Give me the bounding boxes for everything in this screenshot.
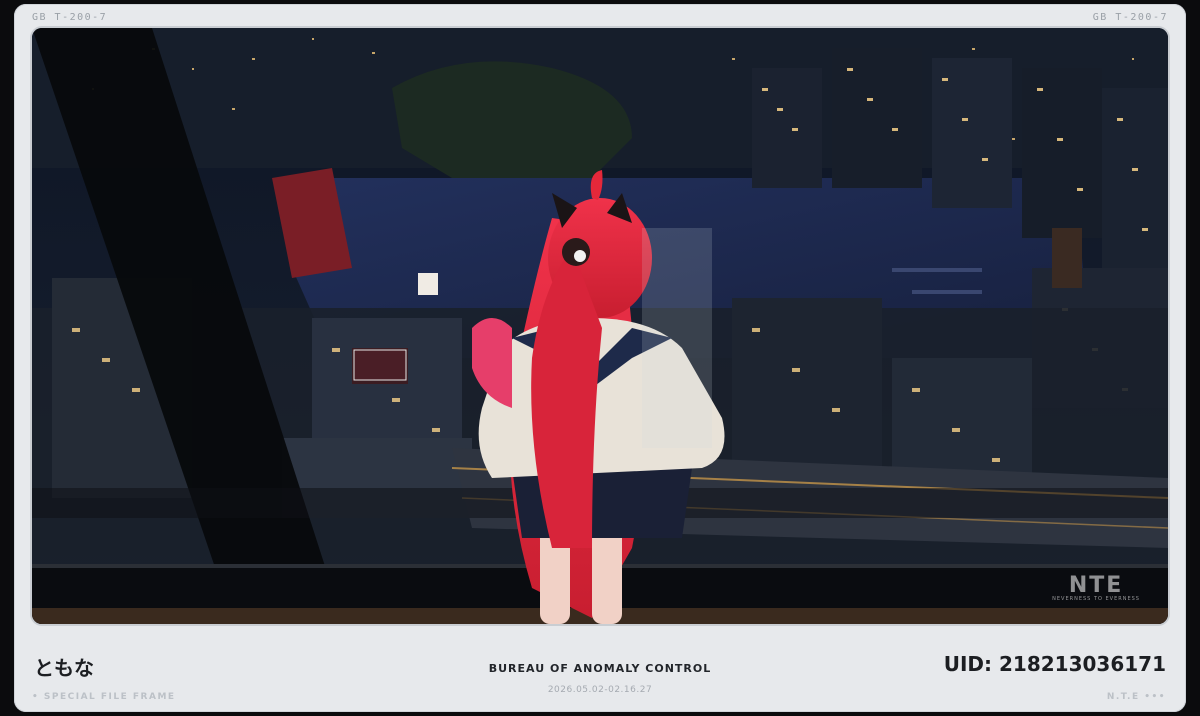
pier bbox=[892, 268, 982, 272]
nte-caption: N.T.E ••• bbox=[1106, 692, 1166, 702]
screenshot-frame: GB T-200-7 GB T-200-7 NTE NEVERNESS TO E… bbox=[0, 0, 1200, 716]
glitch-afterimage bbox=[642, 228, 712, 448]
player-uid: UID: 218213036171 bbox=[943, 652, 1166, 676]
night-city-scene bbox=[32, 28, 1168, 624]
pier bbox=[912, 290, 982, 294]
game-screenshot-viewport: NTE NEVERNESS TO EVERNESS bbox=[32, 28, 1168, 624]
corner-code-left: GB T-200-7 bbox=[32, 12, 108, 23]
billboard bbox=[353, 349, 407, 381]
special-file-frame-caption: • SPECIAL FILE FRAME bbox=[32, 692, 176, 702]
capture-timestamp: 2026.05.02-02.16.27 bbox=[547, 685, 653, 695]
nte-watermark-logo: NTE NEVERNESS TO EVERNESS bbox=[1052, 573, 1140, 602]
rooftop-sign bbox=[418, 273, 438, 295]
corner-code-right: GB T-200-7 bbox=[1092, 12, 1168, 23]
